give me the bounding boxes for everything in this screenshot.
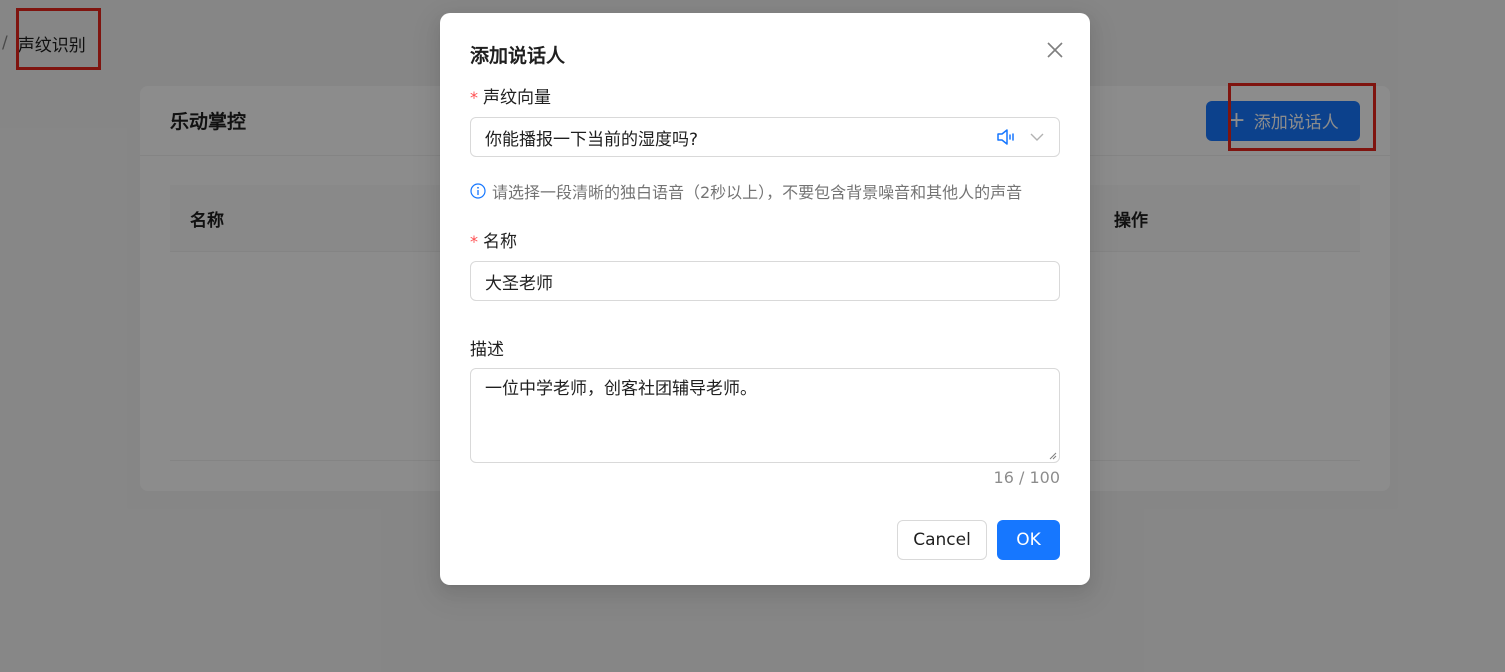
- name-label: * 名称: [470, 232, 517, 252]
- add-speaker-modal: 添加说话人 * 声纹向量 你能播报一下当前的湿度吗? 请选择一段清晰的独白语音（…: [440, 13, 1090, 585]
- ok-button[interactable]: OK: [997, 520, 1060, 560]
- required-mark: *: [470, 232, 478, 251]
- speaker-sound-icon[interactable]: [995, 126, 1017, 148]
- required-mark: *: [470, 88, 478, 107]
- resize-handle-icon[interactable]: [1047, 450, 1057, 460]
- voiceprint-hint: 请选择一段清晰的独白语音（2秒以上），不要包含背景噪音和其他人的声音: [470, 179, 1022, 203]
- close-icon: [1047, 42, 1063, 58]
- chevron-down-icon: [1029, 129, 1045, 145]
- description-label: 描述: [470, 340, 504, 360]
- description-char-counter: 16 / 100: [993, 468, 1060, 487]
- voiceprint-select-value: 你能播报一下当前的湿度吗?: [485, 129, 699, 150]
- info-icon: [470, 183, 486, 199]
- description-textarea[interactable]: 一位中学老师，创客社团辅导老师。: [470, 368, 1060, 463]
- voiceprint-label: * 声纹向量: [470, 88, 551, 108]
- modal-title: 添加说话人: [470, 45, 566, 67]
- close-button[interactable]: [1042, 37, 1068, 63]
- name-input[interactable]: 大圣老师: [470, 261, 1060, 301]
- voiceprint-hint-text: 请选择一段清晰的独白语音（2秒以上），不要包含背景噪音和其他人的声音: [492, 183, 1023, 202]
- description-text: 一位中学老师，创客社团辅导老师。: [485, 379, 757, 399]
- cancel-button[interactable]: Cancel: [897, 520, 987, 560]
- voiceprint-select[interactable]: 你能播报一下当前的湿度吗?: [470, 117, 1060, 157]
